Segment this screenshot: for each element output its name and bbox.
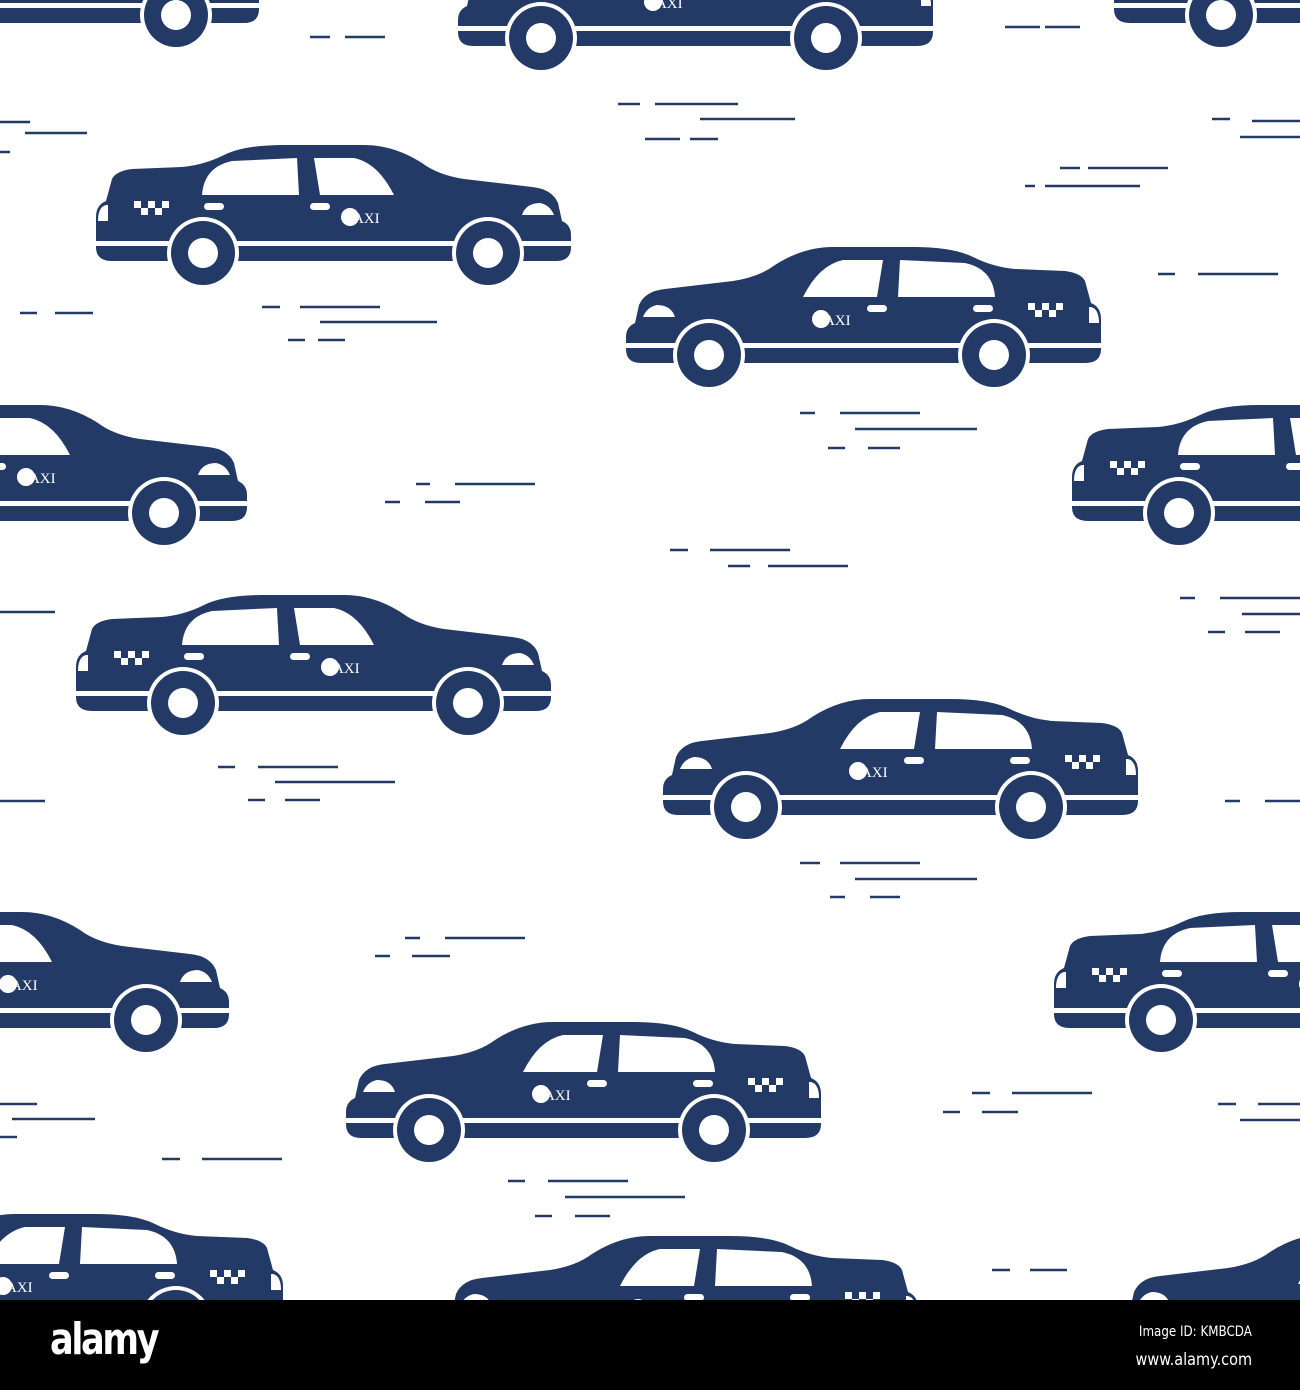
- svg-text:TAXI: TAXI: [816, 313, 851, 329]
- watermark-footer: alamy Image ID: KMBCDA www.alamy.com: [0, 1300, 1300, 1390]
- taxi-label: TAXI: [341, 208, 380, 227]
- taxi-label: TAXI: [0, 1277, 33, 1296]
- taxi-pattern: TAXITAXITAXITAXITAXITAXITAXITAXITAXITAXI…: [0, 0, 1300, 1300]
- svg-text:TAXI: TAXI: [536, 1088, 571, 1104]
- taxi-label: TAXI: [532, 1085, 571, 1104]
- taxi-car-icon: [1110, 0, 1300, 51]
- svg-text:TAXI: TAXI: [0, 1280, 33, 1296]
- taxi-label: TAXI: [849, 762, 888, 781]
- website-link: www.alamy.com: [1135, 1350, 1252, 1370]
- svg-text:TAXI: TAXI: [853, 765, 888, 781]
- svg-text:TAXI: TAXI: [648, 0, 683, 12]
- taxi-label: TAXI: [321, 658, 360, 677]
- svg-text:TAXI: TAXI: [3, 978, 38, 994]
- taxi-car-icon: [0, 1214, 287, 1300]
- taxi-label: TAXI: [812, 310, 851, 329]
- taxi-car-icon: [92, 145, 572, 289]
- image-id: Image ID: KMBCDA: [1139, 1324, 1252, 1340]
- taxi-car-icon: [1068, 405, 1300, 549]
- taxi-car-icon: [1120, 1234, 1300, 1300]
- taxi-car-icon: [662, 699, 1142, 843]
- taxi-label: TAXI: [17, 468, 56, 487]
- taxi-label: TAXI: [0, 975, 38, 994]
- taxi-car-icon: [625, 247, 1105, 391]
- taxi-label: TAXI: [644, 0, 683, 12]
- taxi-car-icon: [457, 0, 937, 74]
- taxi-car-icon: [442, 1236, 922, 1300]
- taxi-car-icon: [345, 1022, 825, 1166]
- svg-text:TAXI: TAXI: [325, 661, 360, 677]
- svg-text:TAXI: TAXI: [21, 471, 56, 487]
- image-canvas: TAXITAXITAXITAXITAXITAXITAXITAXITAXITAXI…: [0, 0, 1300, 1390]
- taxi-car-icon: [0, 0, 260, 51]
- taxi-car-icon: [1050, 912, 1300, 1056]
- svg-text:TAXI: TAXI: [345, 211, 380, 227]
- car-layer: TAXITAXITAXITAXITAXITAXITAXITAXITAXITAXI…: [0, 0, 1300, 1300]
- alamy-logo: alamy: [50, 1314, 160, 1365]
- taxi-car-icon: [72, 595, 552, 739]
